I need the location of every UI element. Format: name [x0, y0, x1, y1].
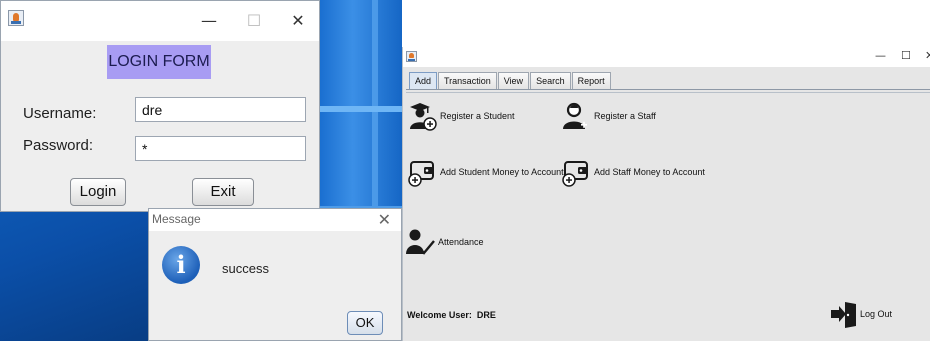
java-app-icon [8, 10, 24, 26]
info-icon: i [162, 246, 200, 284]
tab-divider [406, 92, 930, 93]
tab-bar: Add Transaction View Search Report [409, 72, 612, 90]
logout-door-icon [831, 302, 856, 328]
welcome-username: DRE [476, 310, 496, 320]
minimize-button[interactable]: — [197, 11, 221, 30]
staff-add-icon [563, 102, 587, 129]
dialog-close-button[interactable]: ✕ [378, 210, 391, 229]
add-student-money-action[interactable]: Add Student Money to Account [407, 157, 564, 187]
dialog-title: Message [152, 212, 201, 226]
register-student-label: Register a Student [440, 111, 515, 121]
tab-divider [406, 89, 930, 90]
main-titlebar: — ☐ ✕ [403, 47, 930, 67]
minimize-button[interactable]: — [875, 49, 886, 62]
password-field[interactable]: * [135, 136, 306, 161]
welcome-label: Welcome User: [407, 310, 472, 320]
register-student-action[interactable]: Register a Student [407, 101, 515, 131]
attendance-label: Attendance [438, 237, 484, 247]
attendance-action[interactable]: Attendance [405, 227, 484, 257]
wallet-add-icon [562, 161, 588, 187]
main-window: — ☐ ✕ Add Transaction View Search Report… [402, 47, 930, 341]
close-button[interactable]: ✕ [925, 49, 930, 62]
add-staff-money-label: Add Staff Money to Account [594, 167, 705, 177]
dialog-message: success [222, 261, 269, 276]
logout-label: Log Out [860, 309, 893, 319]
tab-transaction[interactable]: Transaction [438, 72, 497, 90]
login-window: — ☐ ✕ LOGIN FORM Username: dre Password:… [0, 0, 320, 212]
form-title: LOGIN FORM [107, 45, 211, 79]
register-staff-action[interactable]: Register a Staff [561, 101, 656, 131]
login-button[interactable]: Login [70, 178, 126, 206]
welcome-text: Welcome User: DRE [407, 310, 496, 320]
message-dialog: Message ✕ i success OK [148, 208, 402, 341]
attendance-check-icon [406, 229, 435, 255]
username-label: Username: [23, 105, 97, 122]
java-app-icon [406, 51, 417, 62]
password-label: Password: [23, 137, 94, 154]
ok-button[interactable]: OK [347, 311, 383, 335]
tab-add[interactable]: Add [409, 72, 438, 90]
logout-action[interactable]: Log Out [829, 299, 892, 329]
add-student-money-label: Add Student Money to Account [440, 167, 564, 177]
tab-view[interactable]: View [497, 72, 530, 90]
wallet-add-icon [408, 161, 434, 187]
username-field[interactable]: dre [135, 97, 306, 122]
add-staff-money-action[interactable]: Add Staff Money to Account [561, 157, 705, 187]
exit-button[interactable]: Exit [192, 178, 254, 206]
close-button[interactable]: ✕ [286, 11, 310, 30]
tab-report[interactable]: Report [571, 72, 611, 90]
wallpaper-light-bar [320, 106, 402, 112]
register-staff-label: Register a Staff [594, 111, 656, 121]
dialog-titlebar: Message ✕ [149, 209, 401, 231]
tab-search[interactable]: Search [530, 72, 571, 90]
graduate-add-icon [410, 103, 437, 131]
maximize-button[interactable]: ☐ [901, 49, 911, 62]
maximize-button[interactable]: ☐ [242, 11, 266, 30]
login-titlebar: — ☐ ✕ [1, 1, 319, 41]
